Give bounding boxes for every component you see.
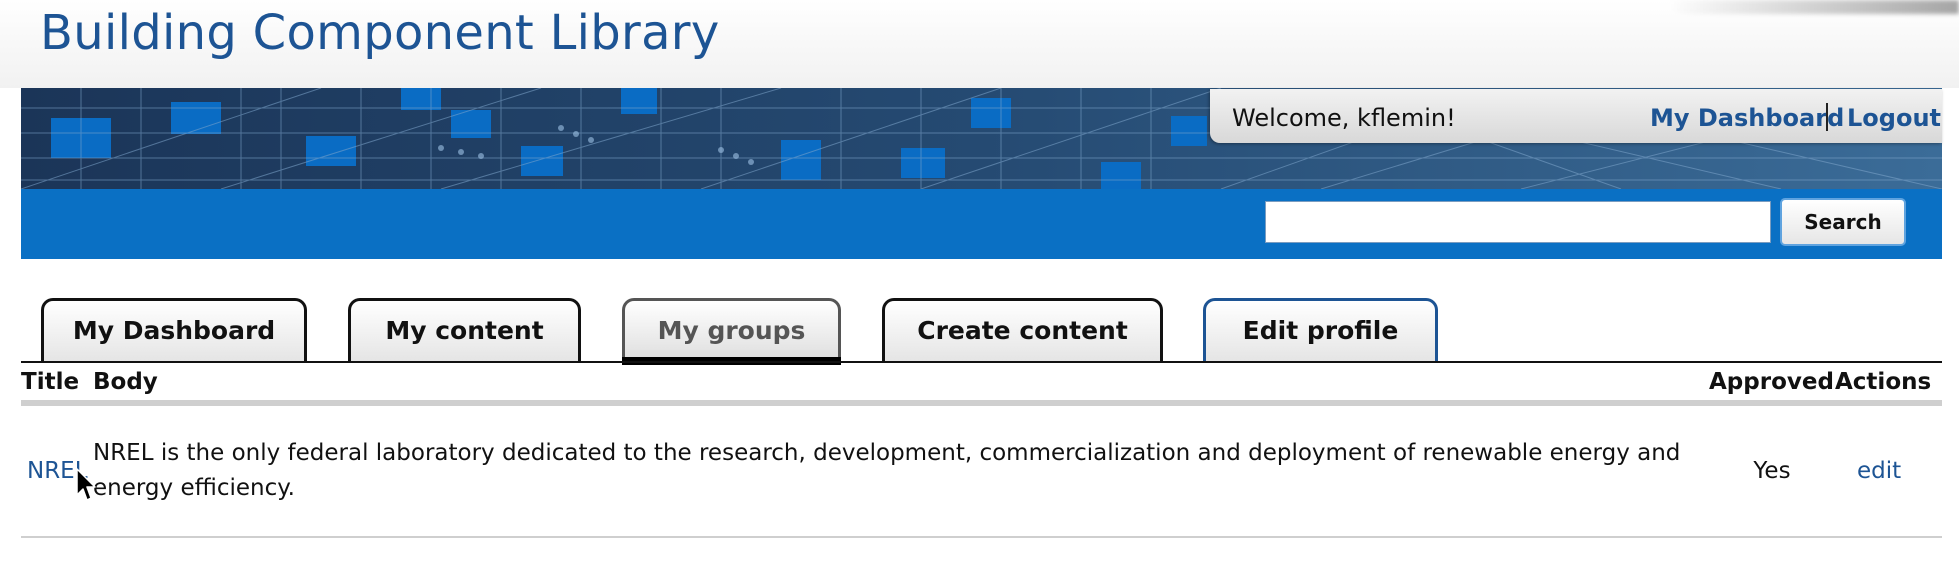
cell-body: NREL is the only federal laboratory dedi… [93,403,1709,538]
cell-actions: edit [1835,403,1942,538]
table-header: Title Body Approved Actions [21,364,1942,406]
table-header-row: Title Body Approved Actions [21,364,1942,406]
link-separator [1826,103,1828,131]
cell-approved: Yes [1709,403,1835,538]
site-title[interactable]: Building Component Library [40,5,720,61]
column-header-actions: Actions [1835,364,1942,406]
tab-my-dashboard[interactable]: My Dashboard [41,298,307,363]
table-row: NREL NREL is the only federal laboratory… [21,403,1942,538]
table-body: NREL NREL is the only federal laboratory… [21,403,1942,538]
column-header-body[interactable]: Body [93,364,1709,406]
tab-create-content[interactable]: Create content [882,298,1163,363]
column-header-approved[interactable]: Approved [1709,364,1835,406]
logout-link[interactable]: Logout [1847,104,1941,132]
search-button[interactable]: Search [1780,198,1906,246]
corner-shadow [1669,0,1959,14]
page: Building Component Library Welcome, kfle… [0,0,1959,570]
site-header: Building Component Library [0,0,1959,88]
tabs-baseline [21,361,1942,363]
content-table: Title Body Approved Actions NREL NREL is… [21,364,1942,538]
column-header-title[interactable]: Title [21,364,93,406]
my-dashboard-link[interactable]: My Dashboard [1650,104,1844,132]
user-panel: Welcome, kflemin! My Dashboard Logout [1210,89,1942,143]
search-bar: Search [21,189,1942,259]
search-input[interactable] [1265,201,1771,243]
tab-my-groups[interactable]: My groups [622,298,841,365]
welcome-message: Welcome, kflemin! [1232,104,1456,132]
tab-edit-profile[interactable]: Edit profile [1203,298,1438,363]
mouse-pointer-icon [76,468,96,501]
tab-my-content[interactable]: My content [348,298,581,363]
edit-link[interactable]: edit [1857,458,1901,484]
